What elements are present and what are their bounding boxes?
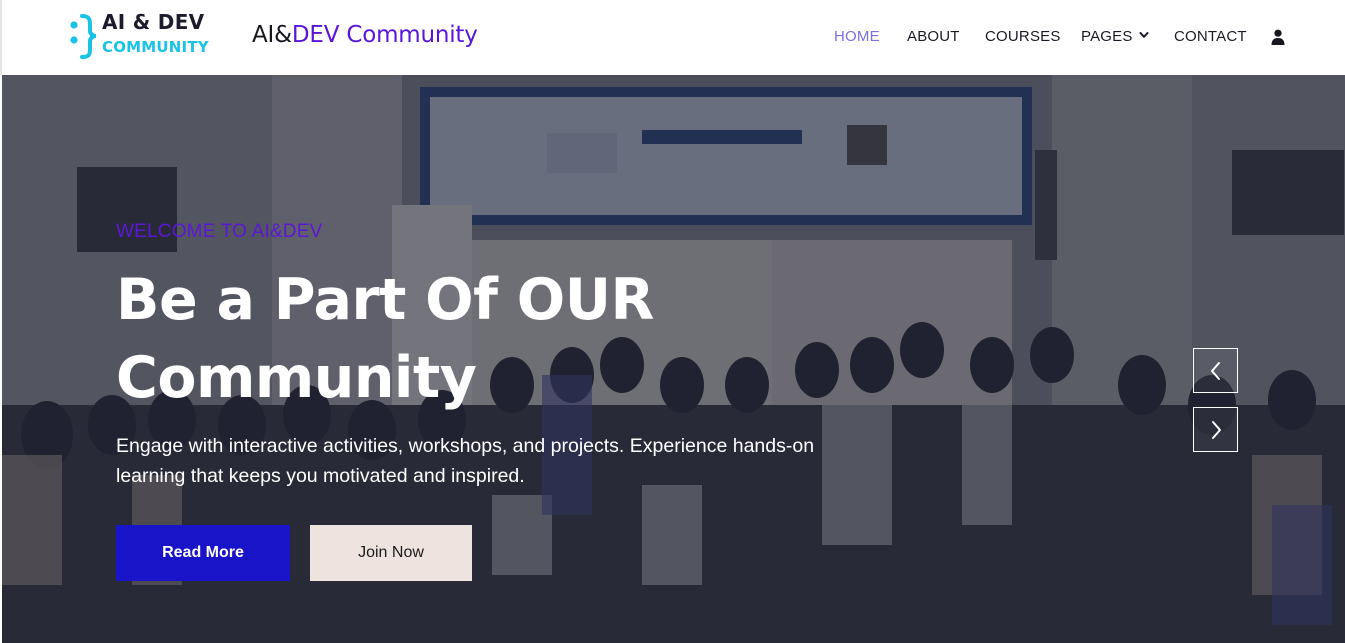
carousel-next-button[interactable] xyxy=(1193,407,1238,452)
nav-home[interactable]: HOME xyxy=(834,28,880,45)
nav-pages-label: PAGES xyxy=(1081,28,1133,45)
read-more-button[interactable]: Read More xyxy=(116,525,290,581)
hero-carousel: WELCOME TO AI&DEV Be a Part Of OUR Commu… xyxy=(2,75,1345,643)
join-now-button[interactable]: Join Now xyxy=(310,525,472,581)
hero-headline: Be a Part Of OUR Community xyxy=(116,267,654,411)
hero-welcome-text: WELCOME TO AI&DEV xyxy=(116,221,323,242)
logo-text-top: AI & DEV xyxy=(102,10,205,34)
logo-text-bottom: COMMUNITY xyxy=(102,38,209,56)
chevron-down-icon xyxy=(1139,32,1149,38)
logo-bracket-icon xyxy=(70,14,97,59)
brand-name[interactable]: AI&DEV Community xyxy=(252,22,478,48)
nav-pages[interactable]: PAGES xyxy=(1081,28,1149,45)
chevron-right-icon xyxy=(1211,420,1221,439)
chevron-left-icon xyxy=(1210,361,1220,380)
carousel-prev-button[interactable] xyxy=(1193,348,1238,393)
logo[interactable]: AI & DEV COMMUNITY xyxy=(68,10,218,62)
nav-courses[interactable]: COURSES xyxy=(985,28,1061,45)
user-icon[interactable] xyxy=(1271,29,1285,45)
nav-about[interactable]: ABOUT xyxy=(907,28,960,45)
navbar: AI & DEV COMMUNITY AI&DEV Community HOME… xyxy=(0,0,1345,75)
nav-contact[interactable]: CONTACT xyxy=(1174,28,1247,45)
brand-name-part1: AI& xyxy=(252,22,292,48)
brand-name-part2: DEV Community xyxy=(291,22,478,48)
hero-description: Engage with interactive activities, work… xyxy=(116,435,815,487)
